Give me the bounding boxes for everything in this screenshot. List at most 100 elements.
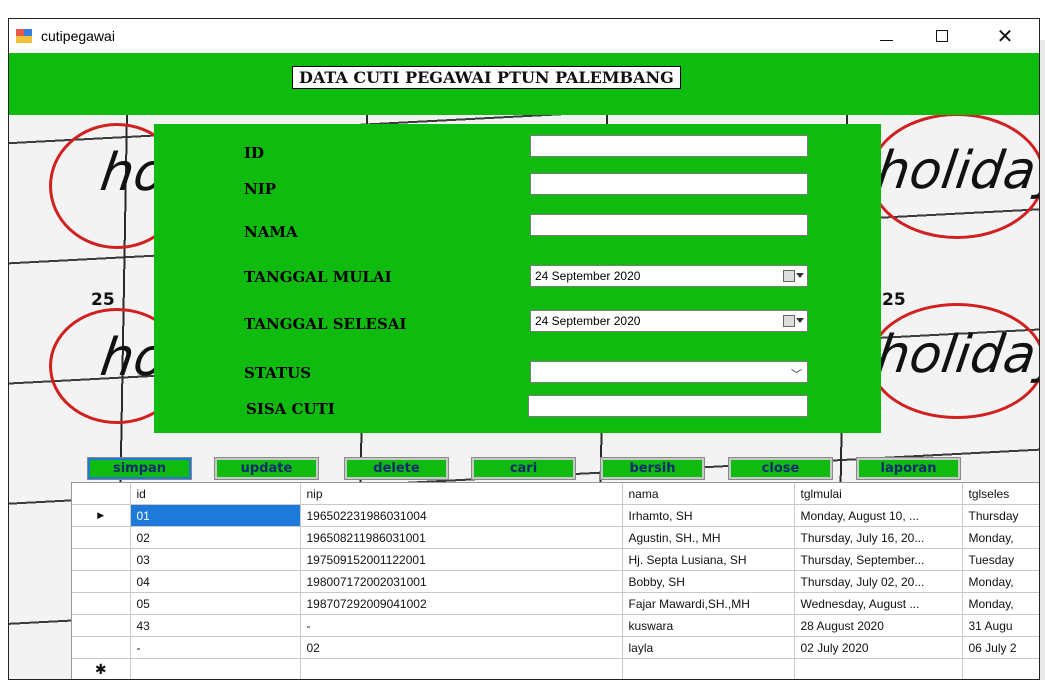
- minimize-icon: [879, 39, 893, 41]
- data-grid[interactable]: id nip nama tglmulai tglseles ▶ 01 19650…: [71, 482, 1039, 679]
- background-holiday-text: holiday: [872, 325, 1039, 385]
- chevron-down-icon[interactable]: ﹀: [791, 366, 802, 382]
- table-cell[interactable]: Bobby, SH: [622, 570, 795, 593]
- status-combobox[interactable]: ﹀: [530, 361, 808, 383]
- table-cell[interactable]: [130, 658, 301, 679]
- table-cell[interactable]: Thursday, September...: [794, 548, 963, 571]
- status-label: STATUS: [244, 364, 312, 382]
- table-cell[interactable]: -: [130, 636, 301, 659]
- nip-field[interactable]: [530, 173, 808, 195]
- table-cell[interactable]: 28 August 2020: [794, 614, 963, 637]
- page-title: DATA CUTI PEGAWAI PTUN PALEMBANG: [292, 66, 681, 89]
- row-header[interactable]: [72, 548, 131, 571]
- background-day-number: 25: [882, 290, 906, 310]
- table-row[interactable]: 43 - kuswara 28 August 2020 31 Augu: [72, 614, 1039, 637]
- bersih-button[interactable]: bersih: [600, 457, 705, 480]
- table-row[interactable]: 04 198007172002031001 Bobby, SH Thursday…: [72, 570, 1039, 593]
- tanggal-selesai-picker[interactable]: 24 September 2020: [530, 310, 808, 332]
- table-cell[interactable]: 06 July 2: [962, 636, 1039, 659]
- row-header[interactable]: [72, 614, 131, 637]
- window-title: cutipegawai: [41, 28, 115, 44]
- column-header-nip[interactable]: nip: [300, 483, 623, 505]
- maximize-button[interactable]: [919, 19, 965, 53]
- table-cell[interactable]: Monday, August 10, ...: [794, 504, 963, 527]
- nama-field[interactable]: [530, 214, 808, 236]
- table-row[interactable]: 02 196508211986031001 Agustin, SH., MH T…: [72, 526, 1039, 549]
- column-header-tglmulai[interactable]: tglmulai: [794, 483, 963, 505]
- table-row[interactable]: - 02 layla 02 July 2020 06 July 2: [72, 636, 1039, 659]
- table-cell[interactable]: 198007172002031001: [300, 570, 623, 593]
- table-cell[interactable]: Hj. Septa Lusiana, SH: [622, 548, 795, 571]
- table-cell[interactable]: -: [300, 614, 623, 637]
- current-row-icon: ▶: [72, 504, 131, 527]
- table-cell[interactable]: 03: [130, 548, 301, 571]
- nama-label: NAMA: [244, 223, 298, 241]
- table-cell[interactable]: [622, 658, 795, 679]
- table-row[interactable]: ▶ 01 196502231986031004 Irhamto, SH Mond…: [72, 504, 1039, 527]
- table-cell[interactable]: 04: [130, 570, 301, 593]
- table-cell[interactable]: Monday,: [962, 592, 1039, 615]
- close-button[interactable]: close: [728, 457, 833, 480]
- close-window-button[interactable]: ✕: [982, 19, 1028, 53]
- calendar-dropdown-icon[interactable]: [783, 315, 804, 327]
- table-cell[interactable]: Irhamto, SH: [622, 504, 795, 527]
- tanggal-selesai-label: TANGGAL SELESAI: [244, 315, 407, 333]
- row-header[interactable]: [72, 526, 131, 549]
- table-cell[interactable]: Tuesday: [962, 548, 1039, 571]
- table-cell[interactable]: 196502231986031004: [300, 504, 623, 527]
- table-cell[interactable]: 196508211986031001: [300, 526, 623, 549]
- tanggal-selesai-value: 24 September 2020: [535, 314, 641, 328]
- table-cell[interactable]: 02: [130, 526, 301, 549]
- table-cell[interactable]: 43: [130, 614, 301, 637]
- table-cell[interactable]: [300, 658, 623, 679]
- table-header-row: id nip nama tglmulai tglseles: [72, 483, 1039, 505]
- table-cell[interactable]: 198707292009041002: [300, 592, 623, 615]
- tanggal-mulai-picker[interactable]: 24 September 2020: [530, 265, 808, 287]
- table-row[interactable]: 05 198707292009041002 Fajar Mawardi,SH.,…: [72, 592, 1039, 615]
- background-holiday-text: holiday: [872, 141, 1039, 201]
- maximize-icon: [936, 30, 948, 42]
- sisa-cuti-field[interactable]: [528, 395, 808, 417]
- update-button[interactable]: update: [214, 457, 319, 480]
- table-cell[interactable]: Monday,: [962, 526, 1039, 549]
- header-banner: DATA CUTI PEGAWAI PTUN PALEMBANG: [9, 53, 1039, 115]
- table-cell[interactable]: Thursday: [962, 504, 1039, 527]
- simpan-button[interactable]: simpan: [87, 457, 192, 480]
- data-table: id nip nama tglmulai tglseles ▶ 01 19650…: [72, 483, 1039, 679]
- cari-button[interactable]: cari: [471, 457, 576, 480]
- column-header-tglselesai[interactable]: tglseles: [962, 483, 1039, 505]
- table-cell[interactable]: 05: [130, 592, 301, 615]
- table-cell[interactable]: Thursday, July 16, 20...: [794, 526, 963, 549]
- tanggal-mulai-value: 24 September 2020: [535, 269, 641, 283]
- table-cell[interactable]: Thursday, July 02, 20...: [794, 570, 963, 593]
- minimize-button[interactable]: [863, 19, 909, 53]
- table-cell[interactable]: Agustin, SH., MH: [622, 526, 795, 549]
- background-day-number: 25: [91, 290, 115, 310]
- table-cell[interactable]: 197509152001122001: [300, 548, 623, 571]
- calendar-dropdown-icon[interactable]: [783, 270, 804, 282]
- table-cell[interactable]: 31 Augu: [962, 614, 1039, 637]
- column-header-nama[interactable]: nama: [622, 483, 795, 505]
- table-cell[interactable]: Monday,: [962, 570, 1039, 593]
- column-header-id[interactable]: id: [130, 483, 301, 505]
- table-cell[interactable]: 02 July 2020: [794, 636, 963, 659]
- table-cell[interactable]: [794, 658, 963, 679]
- app-window: cutipegawai ✕ ho holiday ho holiday 25 2…: [8, 18, 1040, 680]
- new-row-icon: ✱: [72, 658, 131, 679]
- new-table-row[interactable]: ✱: [72, 658, 1039, 679]
- id-field[interactable]: [530, 135, 808, 157]
- table-cell[interactable]: 01: [130, 504, 301, 527]
- table-cell[interactable]: layla: [622, 636, 795, 659]
- table-cell[interactable]: kuswara: [622, 614, 795, 637]
- table-row[interactable]: 03 197509152001122001 Hj. Septa Lusiana,…: [72, 548, 1039, 571]
- table-cell[interactable]: Wednesday, August ...: [794, 592, 963, 615]
- table-cell[interactable]: Fajar Mawardi,SH.,MH: [622, 592, 795, 615]
- laporan-button[interactable]: laporan: [856, 457, 961, 480]
- delete-button[interactable]: delete: [344, 457, 449, 480]
- row-header[interactable]: [72, 592, 131, 615]
- table-cell[interactable]: [962, 658, 1039, 679]
- table-cell[interactable]: 02: [300, 636, 623, 659]
- row-header[interactable]: [72, 570, 131, 593]
- form-panel: ID NIP NAMA TANGGAL MULAI 24 September 2…: [154, 124, 881, 433]
- row-header[interactable]: [72, 636, 131, 659]
